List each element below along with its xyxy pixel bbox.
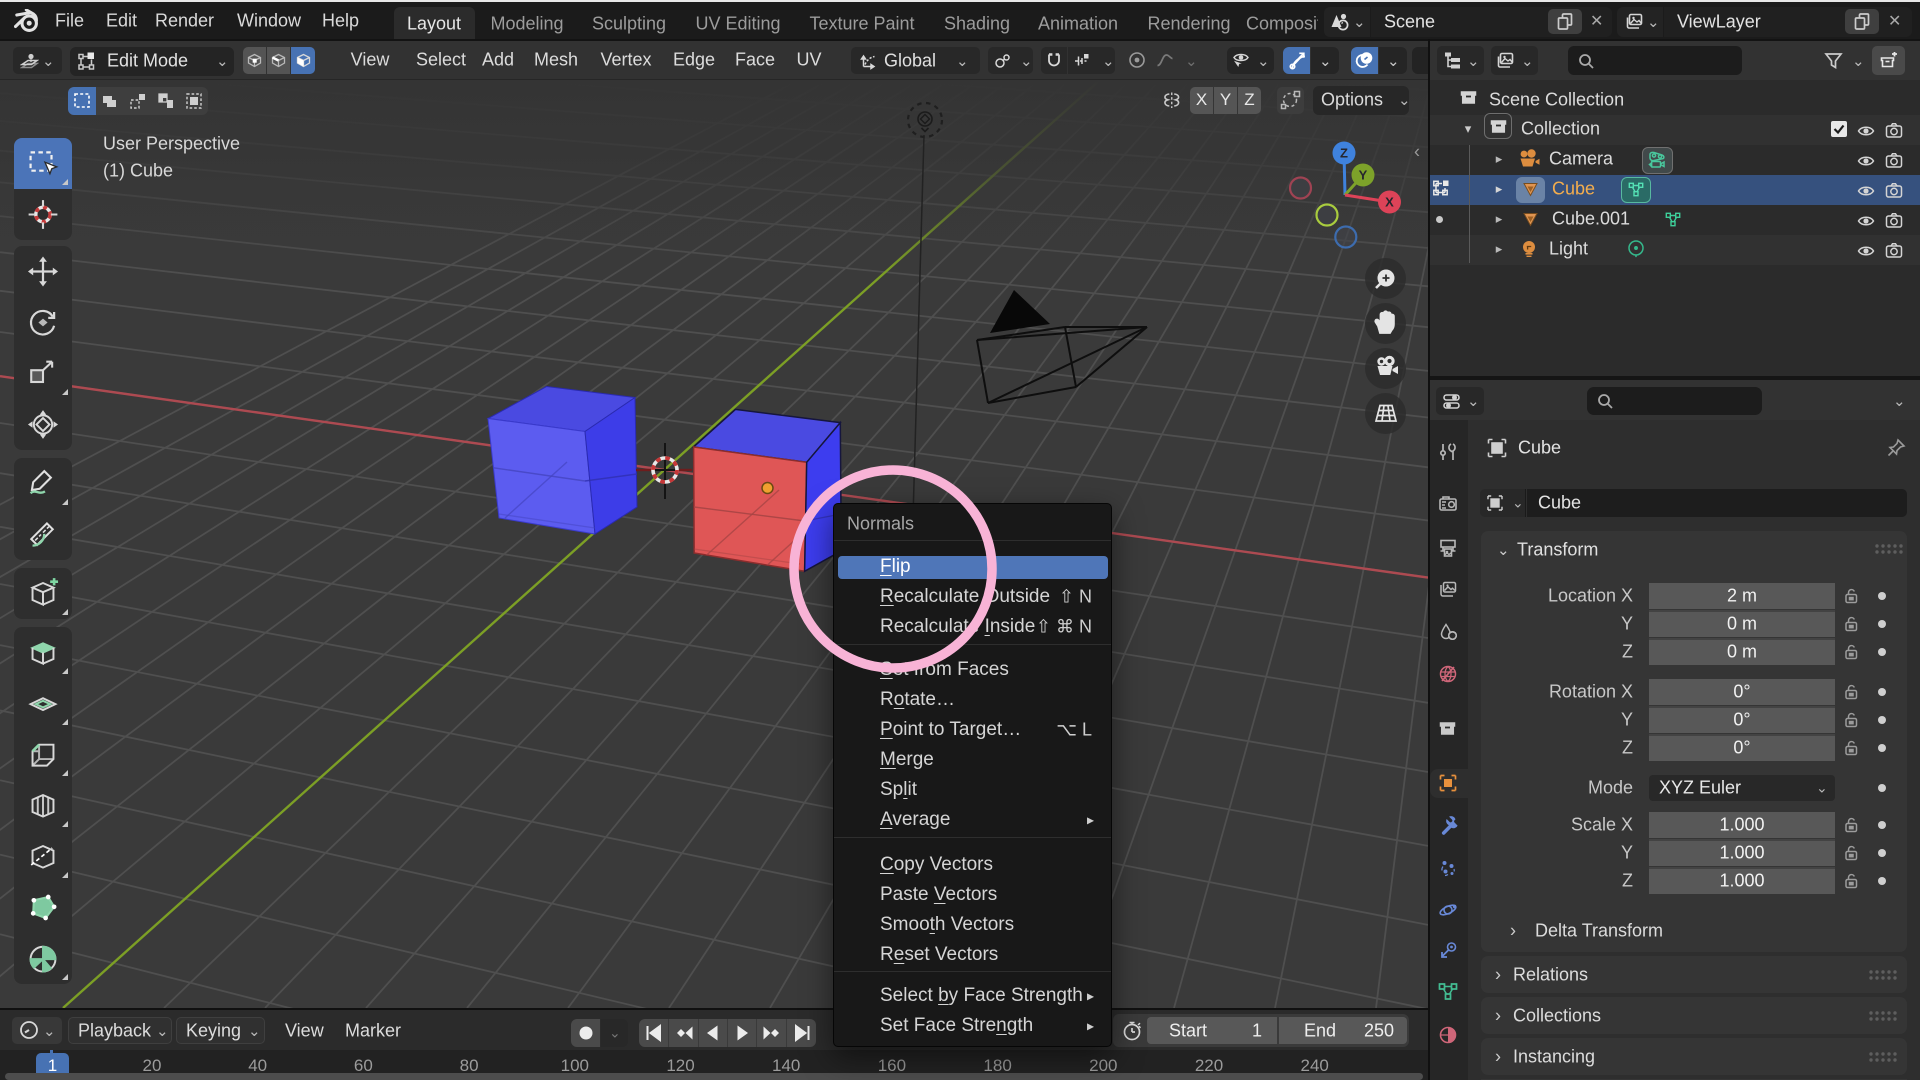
svg-text:Y: Y [1359, 168, 1368, 183]
svg-text:Z: Z [1340, 146, 1348, 161]
svg-text:X: X [1385, 195, 1394, 210]
